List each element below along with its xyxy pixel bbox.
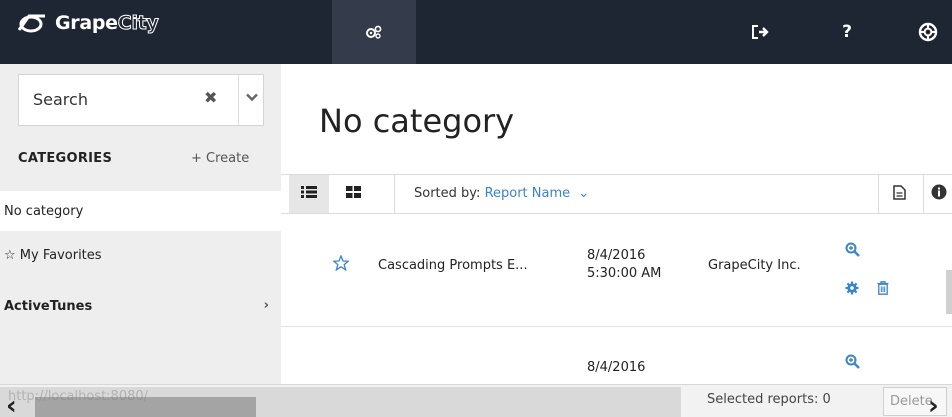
admin-settings-button[interactable] <box>332 0 416 64</box>
sidebar-item-label: ActiveTunes <box>4 298 93 314</box>
document-icon <box>892 184 906 204</box>
scroll-right-icon[interactable]: › <box>928 393 939 417</box>
grid-view-icon <box>345 186 361 202</box>
info-button[interactable] <box>931 175 952 213</box>
main-content: No category Sorted by: Report Name ⌄ Cas… <box>281 64 952 384</box>
grapecity-logo-icon <box>17 12 47 34</box>
brand-name-b: C <box>117 12 132 35</box>
chevron-down-icon[interactable] <box>246 91 258 106</box>
scroll-left-icon[interactable]: ‹ <box>6 393 17 417</box>
toolbar-divider <box>394 175 395 213</box>
report-name[interactable]: Cascading Prompts E... <box>378 258 528 273</box>
preview-zoom-icon[interactable] <box>845 242 860 261</box>
report-toolbar: Sorted by: Report Name ⌄ <box>281 174 952 214</box>
vertical-scrollbar-thumb[interactable] <box>946 270 952 314</box>
brand-name-a: Grape <box>55 12 118 34</box>
sidebar-item-label: No category <box>4 203 84 219</box>
support-lifebuoy-icon[interactable] <box>913 0 943 64</box>
sort-prefix: Sorted by: <box>414 186 481 201</box>
help-icon[interactable]: ? <box>832 0 862 64</box>
sidebar-item-activetunes[interactable]: ActiveTunes › <box>0 286 281 326</box>
categories-title: CATEGORIES <box>18 151 113 166</box>
search-divider <box>238 75 239 125</box>
horizontal-scrollbar-thumb[interactable] <box>35 397 256 417</box>
logout-icon[interactable] <box>740 0 780 64</box>
delete-trash-icon[interactable] <box>877 281 889 299</box>
report-date-day: 8/4/2016 <box>587 360 646 375</box>
preview-zoom-icon[interactable] <box>845 354 860 373</box>
table-row[interactable]: 8/4/2016 <box>281 328 952 388</box>
search-box[interactable]: Search ✖ <box>18 74 264 126</box>
chevron-down-icon: ⌄ <box>578 186 590 201</box>
toolbar-divider <box>923 175 924 213</box>
report-date: 8/4/2016 5:30:00 AM <box>587 247 661 283</box>
sidebar: Search ✖ CATEGORIES + Create No category… <box>0 64 281 384</box>
sidebar-item-no-category[interactable]: No category <box>0 191 281 231</box>
info-icon <box>931 184 947 204</box>
sort-dropdown[interactable]: Sorted by: Report Name ⌄ <box>414 186 589 201</box>
brand-logo[interactable]: GrapeCity <box>17 8 159 38</box>
list-view-icon <box>301 186 317 202</box>
create-category-button[interactable]: + Create <box>191 151 249 166</box>
settings-gear-icon[interactable] <box>845 281 859 299</box>
report-details-button[interactable] <box>884 175 914 213</box>
sort-value: Report Name <box>484 186 571 201</box>
table-row[interactable]: Cascading Prompts E... 8/4/2016 5:30:00 … <box>281 215 952 327</box>
grid-view-button[interactable] <box>333 175 373 213</box>
brand-name-c: ity <box>131 12 159 35</box>
status-bar: http://localhost:8080/ ‹ Selected report… <box>0 384 952 417</box>
list-view-button[interactable] <box>289 175 329 213</box>
report-date-time: 5:30:00 AM <box>587 266 662 281</box>
clear-search-icon[interactable]: ✖ <box>204 88 217 107</box>
top-bar: GrapeCity ? <box>0 0 952 64</box>
sidebar-item-favorites[interactable]: ☆ My Favorites <box>0 240 281 276</box>
report-date-day: 8/4/2016 <box>587 248 646 263</box>
search-input[interactable]: Search <box>33 90 88 109</box>
report-owner: GrapeCity Inc. <box>708 258 801 273</box>
horizontal-scrollbar[interactable] <box>0 387 681 417</box>
selected-reports-count: Selected reports: 0 <box>707 392 831 407</box>
toolbar-divider <box>878 175 879 213</box>
favorite-star-icon[interactable] <box>332 254 350 275</box>
settings-cogs-icon <box>332 0 416 64</box>
page-title: No category <box>319 102 515 140</box>
chevron-right-icon: › <box>263 298 269 313</box>
sidebar-item-label: ☆ My Favorites <box>4 248 102 263</box>
